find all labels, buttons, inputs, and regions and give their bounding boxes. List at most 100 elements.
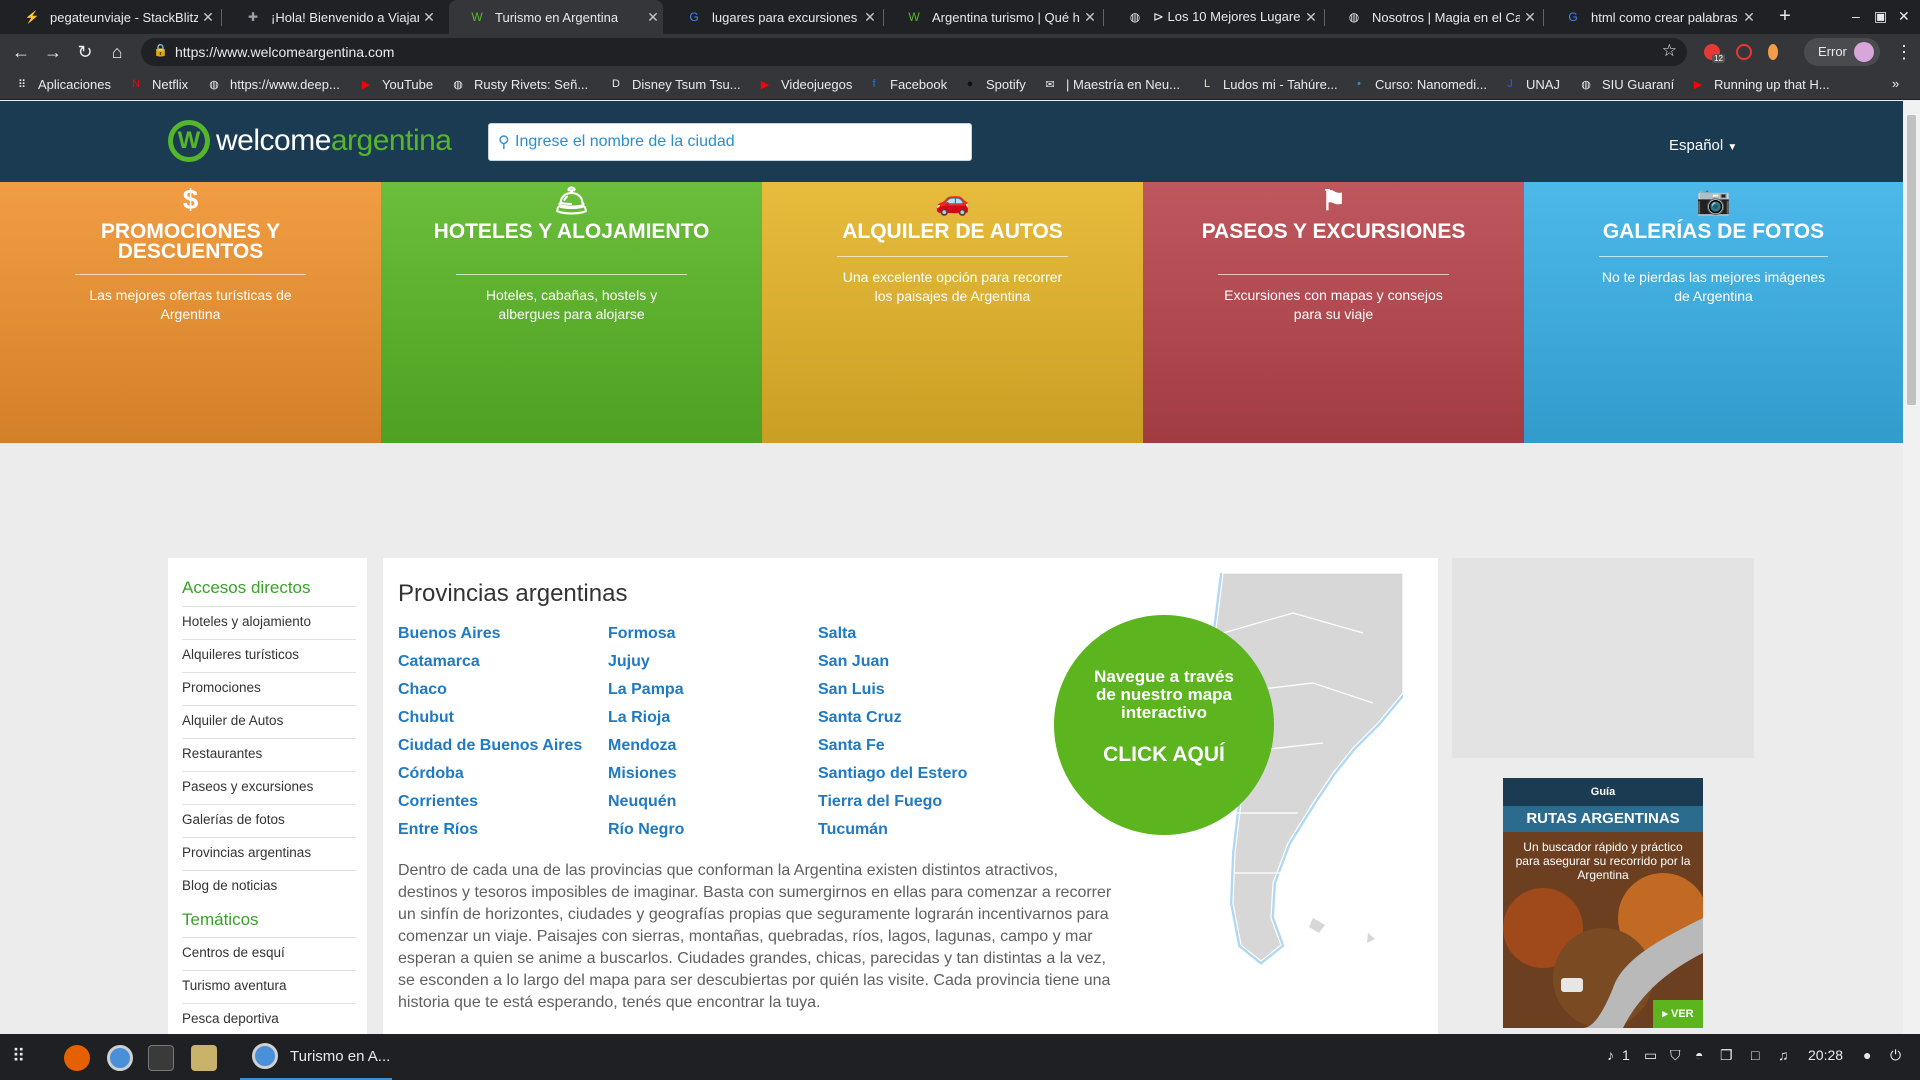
language-selector[interactable]: Español ▼	[1669, 137, 1737, 154]
routes-guide-banner[interactable]: Guía RUTAS ARGENTINAS Un buscador rápido…	[1503, 778, 1703, 1028]
new-tab-button[interactable]: +	[1774, 5, 1796, 27]
sidebar-link[interactable]: Paseos y excursiones	[182, 771, 356, 804]
sidebar-link[interactable]: Turismo aventura	[182, 970, 356, 1003]
page-scrollbar[interactable]	[1903, 101, 1920, 1034]
url-text[interactable]: https://www.welcomeargentina.com	[175, 44, 394, 60]
file-manager-icon[interactable]	[191, 1045, 217, 1071]
sidebar-link[interactable]: Blog de noticias	[182, 870, 356, 903]
home-icon[interactable]: ⌂	[106, 41, 128, 63]
firefox-icon[interactable]	[64, 1045, 90, 1071]
screen-icon[interactable]: □	[1751, 1047, 1759, 1063]
windows-icon[interactable]: ❐	[1720, 1047, 1733, 1064]
bookmark-star-icon[interactable]: ☆	[1662, 41, 1677, 61]
browser-tab[interactable]: ◍ Nosotros | Magia en el Can ✕	[1326, 0, 1540, 34]
province-link[interactable]: Córdoba	[398, 765, 464, 783]
vpn-icon[interactable]: ◓	[1695, 1047, 1703, 1063]
sidebar-link[interactable]: Galerías de fotos	[182, 804, 356, 837]
browser-tab[interactable]: W Turismo en Argentina ✕	[449, 0, 663, 34]
close-tab-icon[interactable]: ✕	[1739, 9, 1759, 26]
block-extension-icon[interactable]	[1736, 44, 1752, 60]
province-link[interactable]: Entre Ríos	[398, 821, 478, 839]
address-bar[interactable]: 🔒 https://www.welcomeargentina.com ☆	[141, 38, 1687, 66]
sidebar-link[interactable]: Provincias argentinas	[182, 837, 356, 870]
close-tab-icon[interactable]: ✕	[1301, 9, 1321, 26]
bookmark-item[interactable]: ◍ SIU Guaraní	[1578, 76, 1674, 92]
restore-icon[interactable]: ▣	[1874, 8, 1887, 25]
notification-icon[interactable]: ♪	[1607, 1047, 1614, 1063]
province-link[interactable]: Jujuy	[608, 653, 650, 671]
province-link[interactable]: Misiones	[608, 765, 676, 783]
music-icon[interactable]: ♫	[1778, 1047, 1789, 1063]
bookmark-item[interactable]: ⠿ Aplicaciones	[14, 76, 111, 92]
bookmark-item[interactable]: ◍ https://www.deep...	[206, 76, 340, 92]
close-tab-icon[interactable]: ✕	[643, 9, 663, 26]
hero-tile[interactable]: $ Promociones y descuentos Las mejores ofe…	[0, 182, 381, 443]
hero-tile[interactable]: 📷 Galerías de fotos No te pierdas las mejo…	[1524, 182, 1903, 443]
province-link[interactable]: Tierra del Fuego	[818, 793, 942, 811]
close-tab-icon[interactable]: ✕	[419, 9, 439, 26]
province-link[interactable]: Catamarca	[398, 653, 480, 671]
site-logo[interactable]: W welcome argentina	[168, 120, 452, 162]
cta-click-button[interactable]: CLICK AQUÍ	[1054, 743, 1274, 767]
browser-tab[interactable]: ✚ ¡Hola! Bienvenido a Viajand ✕	[225, 0, 439, 34]
app-launcher-icon[interactable]: ⠿	[12, 1046, 25, 1067]
minimize-icon[interactable]: –	[1852, 8, 1860, 24]
bookmark-item[interactable]: L Ludos mi - Tahúre...	[1199, 76, 1338, 92]
province-link[interactable]: Corrientes	[398, 793, 478, 811]
bookmark-item[interactable]: ▶ Videojuegos	[757, 76, 853, 92]
sidebar-link[interactable]: Centros de esquí	[182, 937, 356, 970]
extension-icon-orange[interactable]	[1768, 44, 1778, 60]
close-tab-icon[interactable]: ✕	[198, 9, 218, 26]
hero-tile[interactable]: 🚗 Alquiler de Autos Una excelente opción p…	[762, 182, 1143, 443]
province-link[interactable]: Santa Fe	[818, 737, 885, 755]
clock[interactable]: 20:28	[1808, 1047, 1843, 1063]
power-icon[interactable]: ⏻	[1890, 1047, 1901, 1064]
province-link[interactable]: Tucumán	[818, 821, 888, 839]
close-tab-icon[interactable]: ✕	[1520, 9, 1540, 26]
city-search[interactable]: ⚲	[488, 123, 972, 161]
sidebar-link[interactable]: Pesca deportiva	[182, 1003, 356, 1036]
province-link[interactable]: Santa Cruz	[818, 709, 902, 727]
bookmark-item[interactable]: ● Spotify	[962, 76, 1026, 92]
province-link[interactable]: Neuquén	[608, 793, 676, 811]
province-link[interactable]: Ciudad de Buenos Aires	[398, 737, 582, 755]
bookmark-item[interactable]: ✉ | Maestría en Neu...	[1042, 76, 1180, 92]
province-link[interactable]: Formosa	[608, 625, 676, 643]
sidebar-link[interactable]: Restaurantes	[182, 738, 356, 771]
province-link[interactable]: La Pampa	[608, 681, 684, 699]
province-link[interactable]: Salta	[818, 625, 856, 643]
sidebar-link[interactable]: Promociones	[182, 672, 356, 705]
browser-tab[interactable]: W Argentina turismo | Qué ha ✕	[886, 0, 1100, 34]
bookmark-item[interactable]: ◍ Rusty Rivets: Señ...	[450, 76, 588, 92]
bookmark-item[interactable]: N Netflix	[128, 76, 188, 92]
sidebar-link[interactable]: Alquiler de Autos	[182, 705, 356, 738]
shield-icon[interactable]: ⛉	[1670, 1047, 1681, 1064]
close-window-icon[interactable]: ✕	[1898, 8, 1910, 25]
province-link[interactable]: La Rioja	[608, 709, 670, 727]
scrollbar-thumb[interactable]	[1907, 115, 1916, 405]
bookmark-item[interactable]: f Facebook	[866, 76, 947, 92]
more-bookmarks-icon[interactable]: »	[1892, 76, 1899, 91]
browser-tab[interactable]: ⚡ pegateunviaje - StackBlitz ✕	[4, 0, 218, 34]
province-link[interactable]: Río Negro	[608, 821, 684, 839]
province-link[interactable]: Mendoza	[608, 737, 676, 755]
browser-tab[interactable]: Ghtml como crear palabras ✕	[1545, 0, 1759, 34]
back-icon[interactable]: ←	[10, 41, 32, 63]
forward-icon[interactable]: →	[42, 41, 64, 63]
sidebar-link[interactable]: Alquileres turísticos	[182, 639, 356, 672]
province-link[interactable]: San Juan	[818, 653, 889, 671]
browser-tab[interactable]: Glugares para excursiones e ✕	[666, 0, 880, 34]
province-link[interactable]: Chubut	[398, 709, 454, 727]
menu-kebab-icon[interactable]: ⋮	[1893, 41, 1915, 63]
province-link[interactable]: Chaco	[398, 681, 447, 699]
user-icon[interactable]: ●	[1863, 1047, 1871, 1063]
guide-view-button[interactable]: ▸ VER	[1653, 1000, 1703, 1028]
display-icon[interactable]: ▭	[1644, 1047, 1657, 1064]
profile-error-button[interactable]: Error	[1804, 38, 1880, 66]
hero-tile[interactable]: 🛎 Hoteles y alojamiento Hoteles, cabañas, …	[381, 182, 762, 443]
sidebar-link[interactable]: Hoteles y alojamiento	[182, 606, 356, 639]
browser-tab[interactable]: ◍ ⊳ Los 10 Mejores Lugares ✕	[1107, 0, 1321, 34]
interactive-map-cta[interactable]: Navegue a través de nuestro mapa interac…	[1054, 615, 1274, 835]
terminal-icon[interactable]	[148, 1045, 174, 1071]
bookmark-item[interactable]: ▶ YouTube	[358, 76, 433, 92]
